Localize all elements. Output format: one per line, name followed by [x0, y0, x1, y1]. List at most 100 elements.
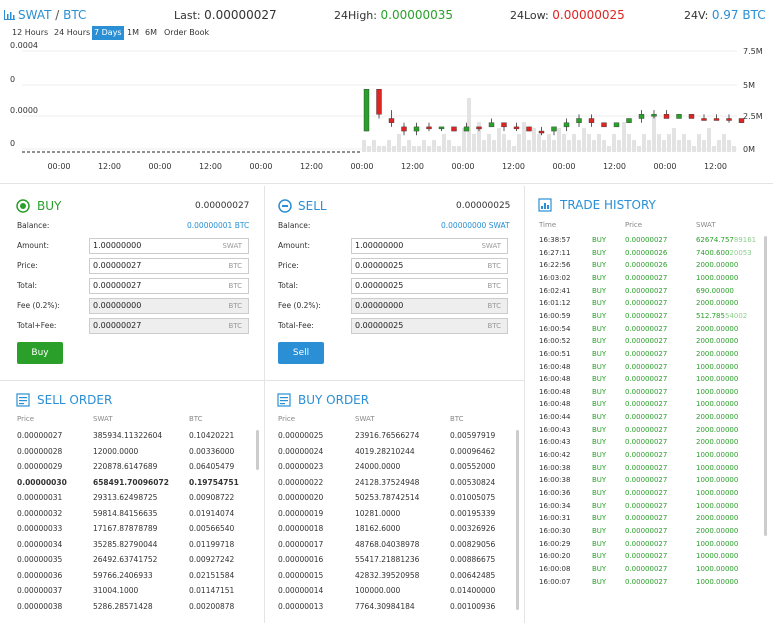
- trade-price: 0.00000027: [625, 324, 668, 333]
- trade-history-scrollbar[interactable]: [764, 236, 767, 536]
- trade-time: 16:02:41: [539, 286, 571, 295]
- trade-time: 16:00:20: [539, 552, 571, 561]
- trade-side: BUY: [592, 539, 607, 548]
- trade-amount: 1000.00000: [696, 463, 739, 472]
- trade-side: BUY: [592, 451, 607, 460]
- trade-amount-tail: 54002: [724, 311, 748, 320]
- trade-side: BUY: [592, 552, 607, 561]
- trade-side: BUY: [592, 425, 607, 434]
- trade-amount: 2000.00000: [696, 349, 739, 358]
- trade-time: 16:00:31: [539, 514, 571, 523]
- trade-price: 0.00000027: [625, 564, 668, 573]
- trade-amount-cell: 2000.00000: [696, 525, 738, 538]
- trade-time: 16:38:57: [539, 236, 571, 244]
- trade-price: 0.00000027: [625, 375, 668, 384]
- trade-price: 0.00000027: [625, 552, 668, 561]
- trade-price: 0.00000027: [625, 451, 668, 460]
- trade-side: BUY: [592, 577, 607, 586]
- trade-price: 0.00000027: [625, 476, 668, 485]
- trade-amount-cell: 2000.00000: [696, 424, 738, 437]
- trade-amount-cell: 2000.00000: [696, 335, 738, 348]
- trade-amount-cell: 1000.00000: [696, 487, 738, 500]
- trade-amount-cell: 1000.00000: [696, 538, 738, 551]
- trade-price: 0.00000027: [625, 299, 668, 308]
- trade-amount-cell: 690.00000: [696, 285, 734, 298]
- trade-time: 16:01:12: [539, 299, 571, 308]
- trade-side: BUY: [592, 501, 607, 510]
- trade-time: 16:00:43: [539, 425, 571, 434]
- trade-price: 0.00000027: [625, 273, 668, 282]
- trade-side: BUY: [592, 311, 607, 320]
- trade-time: 16:00:30: [539, 526, 571, 535]
- trade-time: 16:03:02: [539, 273, 571, 282]
- trade-price: 0.00000026: [625, 261, 668, 270]
- trade-amount: 2000.00000: [696, 413, 739, 422]
- trade-time: 16:00:07: [539, 577, 571, 586]
- trade-amount-cell: 2000.00000: [696, 512, 738, 525]
- trade-time: 16:00:44: [539, 413, 571, 422]
- trade-time: 16:27:11: [539, 248, 571, 257]
- trade-side: BUY: [592, 299, 607, 308]
- trade-amount: 1000.00000: [696, 476, 739, 485]
- trade-side: BUY: [592, 362, 607, 371]
- trade-amount: 62674.757: [696, 236, 734, 244]
- trade-amount: 1000.00000: [696, 273, 739, 282]
- trade-side: BUY: [592, 248, 607, 257]
- trade-side: BUY: [592, 337, 607, 346]
- trade-side: BUY: [592, 489, 607, 497]
- trade-time: 16:00:34: [539, 501, 571, 510]
- trade-time: 16:00:36: [539, 489, 571, 497]
- trade-amount: 2000.00000: [696, 425, 739, 434]
- trade-price: 0.00000027: [625, 539, 668, 548]
- trade-amount: 690.00000: [696, 286, 734, 295]
- trade-side: BUY: [592, 324, 607, 333]
- trade-side: BUY: [592, 514, 607, 523]
- trade-price: 0.00000027: [625, 489, 668, 497]
- trade-price: 0.00000026: [625, 248, 668, 257]
- trade-amount: 2000.00000: [696, 526, 739, 535]
- trade-side: BUY: [592, 438, 607, 447]
- trade-time: 16:00:38: [539, 476, 571, 485]
- trade-amount: 2000.00000: [696, 299, 739, 308]
- trade-side: BUY: [592, 463, 607, 472]
- trade-price: 0.00000027: [625, 362, 668, 371]
- trade-price: 0.00000027: [625, 413, 668, 422]
- trade-amount: 1000.00000: [696, 362, 739, 371]
- trade-amount-cell: 1000.00000: [696, 449, 738, 462]
- trade-side: BUY: [592, 261, 607, 270]
- trade-side: BUY: [592, 387, 607, 396]
- trade-amount-cell: 1000.00000: [696, 474, 738, 487]
- trade-side: BUY: [592, 526, 607, 535]
- trade-time: 16:00:29: [539, 539, 571, 548]
- trade-amount-tail: 89161: [733, 236, 757, 244]
- trade-amount-cell: 1000.00000: [696, 398, 738, 411]
- trade-side: BUY: [592, 564, 607, 573]
- trade-time: 16:00:52: [539, 337, 571, 346]
- trade-amount-cell: 10000.0000: [696, 550, 738, 563]
- trade-amount-cell: 1000.00000: [696, 462, 738, 475]
- trade-amount: 2000.00000: [696, 324, 739, 333]
- trade-side: BUY: [592, 349, 607, 358]
- trade-amount-cell: 512.78554002: [696, 310, 747, 323]
- trade-price: 0.00000027: [625, 526, 668, 535]
- trade-time: 16:00:42: [539, 451, 571, 460]
- trade-time: 16:00:59: [539, 311, 571, 320]
- trade-amount-cell: 2000.00000: [696, 436, 738, 449]
- trade-price: 0.00000027: [625, 577, 668, 586]
- trade-amount-cell: 7400.60020053: [696, 247, 752, 260]
- trade-amount-cell: 1000.00000: [696, 373, 738, 386]
- trade-amount: 2000.00000: [696, 438, 739, 447]
- trade-price: 0.00000027: [625, 311, 668, 320]
- trade-amount: 1000.00000: [696, 577, 739, 586]
- trade-amount: 512.785: [696, 311, 725, 320]
- trade-side: BUY: [592, 400, 607, 409]
- trade-amount-cell: 2000.00000: [696, 348, 738, 361]
- trade-price: 0.00000027: [625, 349, 668, 358]
- trade-price: 0.00000027: [625, 438, 668, 447]
- trade-price: 0.00000027: [625, 400, 668, 409]
- trade-time: 16:00:48: [539, 362, 571, 371]
- trade-amount: 7400.600: [696, 248, 730, 257]
- trade-amount-cell: 2000.00000: [696, 297, 738, 310]
- trade-price: 0.00000027: [625, 425, 668, 434]
- trade-side: BUY: [592, 286, 607, 295]
